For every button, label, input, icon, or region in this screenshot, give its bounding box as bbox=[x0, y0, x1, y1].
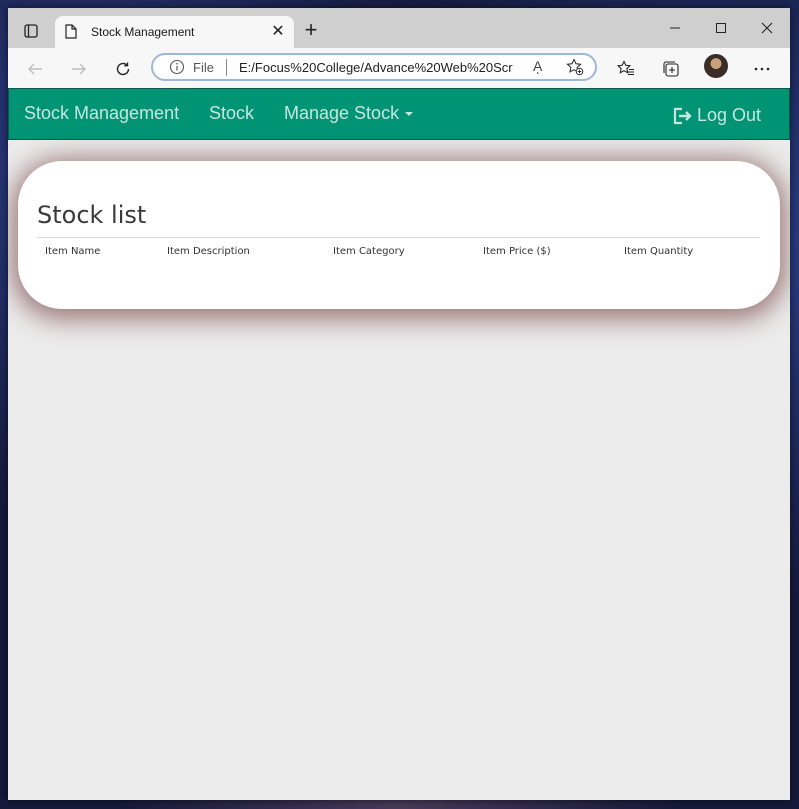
collections-button[interactable] bbox=[658, 56, 684, 82]
add-favorite-icon[interactable] bbox=[566, 58, 584, 81]
column-header-item-description: Item Description bbox=[167, 246, 250, 257]
close-window-button[interactable] bbox=[747, 16, 787, 40]
forward-arrow-icon bbox=[72, 63, 86, 75]
navbar-brand[interactable]: Stock Management bbox=[24, 103, 179, 124]
nav-link-stock[interactable]: Stock bbox=[209, 103, 254, 124]
refresh-button[interactable] bbox=[110, 56, 136, 82]
settings-more-button[interactable] bbox=[749, 56, 775, 82]
more-icon bbox=[754, 67, 770, 71]
new-tab-button[interactable]: + bbox=[300, 19, 322, 42]
stock-list-card: Stock list Item Name Item Description It… bbox=[18, 161, 780, 309]
minimize-button[interactable] bbox=[655, 16, 695, 40]
logout-button[interactable]: Log Out bbox=[673, 105, 761, 126]
column-header-item-price: Item Price ($) bbox=[483, 246, 551, 257]
url-text[interactable]: E:/Focus%20College/Advance%20Web%20Scr bbox=[239, 60, 524, 75]
logout-icon bbox=[673, 107, 692, 124]
close-tab-icon[interactable]: ✕ bbox=[268, 22, 288, 42]
nav-link-manage-stock-label: Manage Stock bbox=[284, 103, 400, 123]
tab-actions-button[interactable] bbox=[18, 20, 44, 42]
address-bar[interactable]: File E:/Focus%20College/Advance%20Web%20… bbox=[151, 53, 597, 81]
page-content: Stock Management Stock Manage Stock Log … bbox=[8, 88, 790, 800]
page-icon bbox=[65, 24, 77, 44]
profile-avatar[interactable] bbox=[704, 54, 728, 78]
refresh-icon bbox=[116, 62, 130, 76]
browser-window: Stock Management ✕ + File E:/Focus%20Col… bbox=[8, 8, 790, 800]
forward-button[interactable] bbox=[66, 56, 92, 82]
tab-actions-icon bbox=[24, 24, 38, 38]
title-bar: Stock Management ✕ + bbox=[8, 8, 790, 48]
tab-title: Stock Management bbox=[91, 25, 195, 39]
browser-tab[interactable]: Stock Management ✕ bbox=[55, 16, 294, 48]
favorites-button[interactable] bbox=[613, 56, 639, 82]
column-header-item-category: Item Category bbox=[333, 246, 405, 257]
dropdown-caret-icon bbox=[405, 112, 414, 117]
column-header-item-name: Item Name bbox=[45, 246, 101, 257]
address-separator bbox=[226, 59, 227, 76]
column-header-item-quantity: Item Quantity bbox=[624, 246, 694, 257]
back-arrow-icon bbox=[28, 63, 42, 75]
title-divider bbox=[37, 237, 760, 238]
collections-icon bbox=[663, 61, 679, 77]
info-icon[interactable] bbox=[169, 59, 185, 80]
close-icon bbox=[761, 22, 773, 34]
favorites-icon bbox=[617, 60, 634, 76]
site-navbar: Stock Management Stock Manage Stock Log … bbox=[8, 88, 790, 140]
logout-label: Log Out bbox=[697, 105, 762, 125]
maximize-button[interactable] bbox=[701, 16, 741, 40]
minimize-icon bbox=[670, 27, 680, 29]
stock-list-title: Stock list bbox=[37, 201, 147, 229]
maximize-icon bbox=[716, 23, 726, 33]
browser-toolbar: File E:/Focus%20College/Advance%20Web%20… bbox=[8, 48, 790, 89]
nav-link-manage-stock[interactable]: Manage Stock bbox=[284, 103, 414, 124]
back-button[interactable] bbox=[22, 56, 48, 82]
url-scheme: File bbox=[193, 60, 214, 75]
read-aloud-icon[interactable]: Aͅ bbox=[533, 58, 542, 74]
